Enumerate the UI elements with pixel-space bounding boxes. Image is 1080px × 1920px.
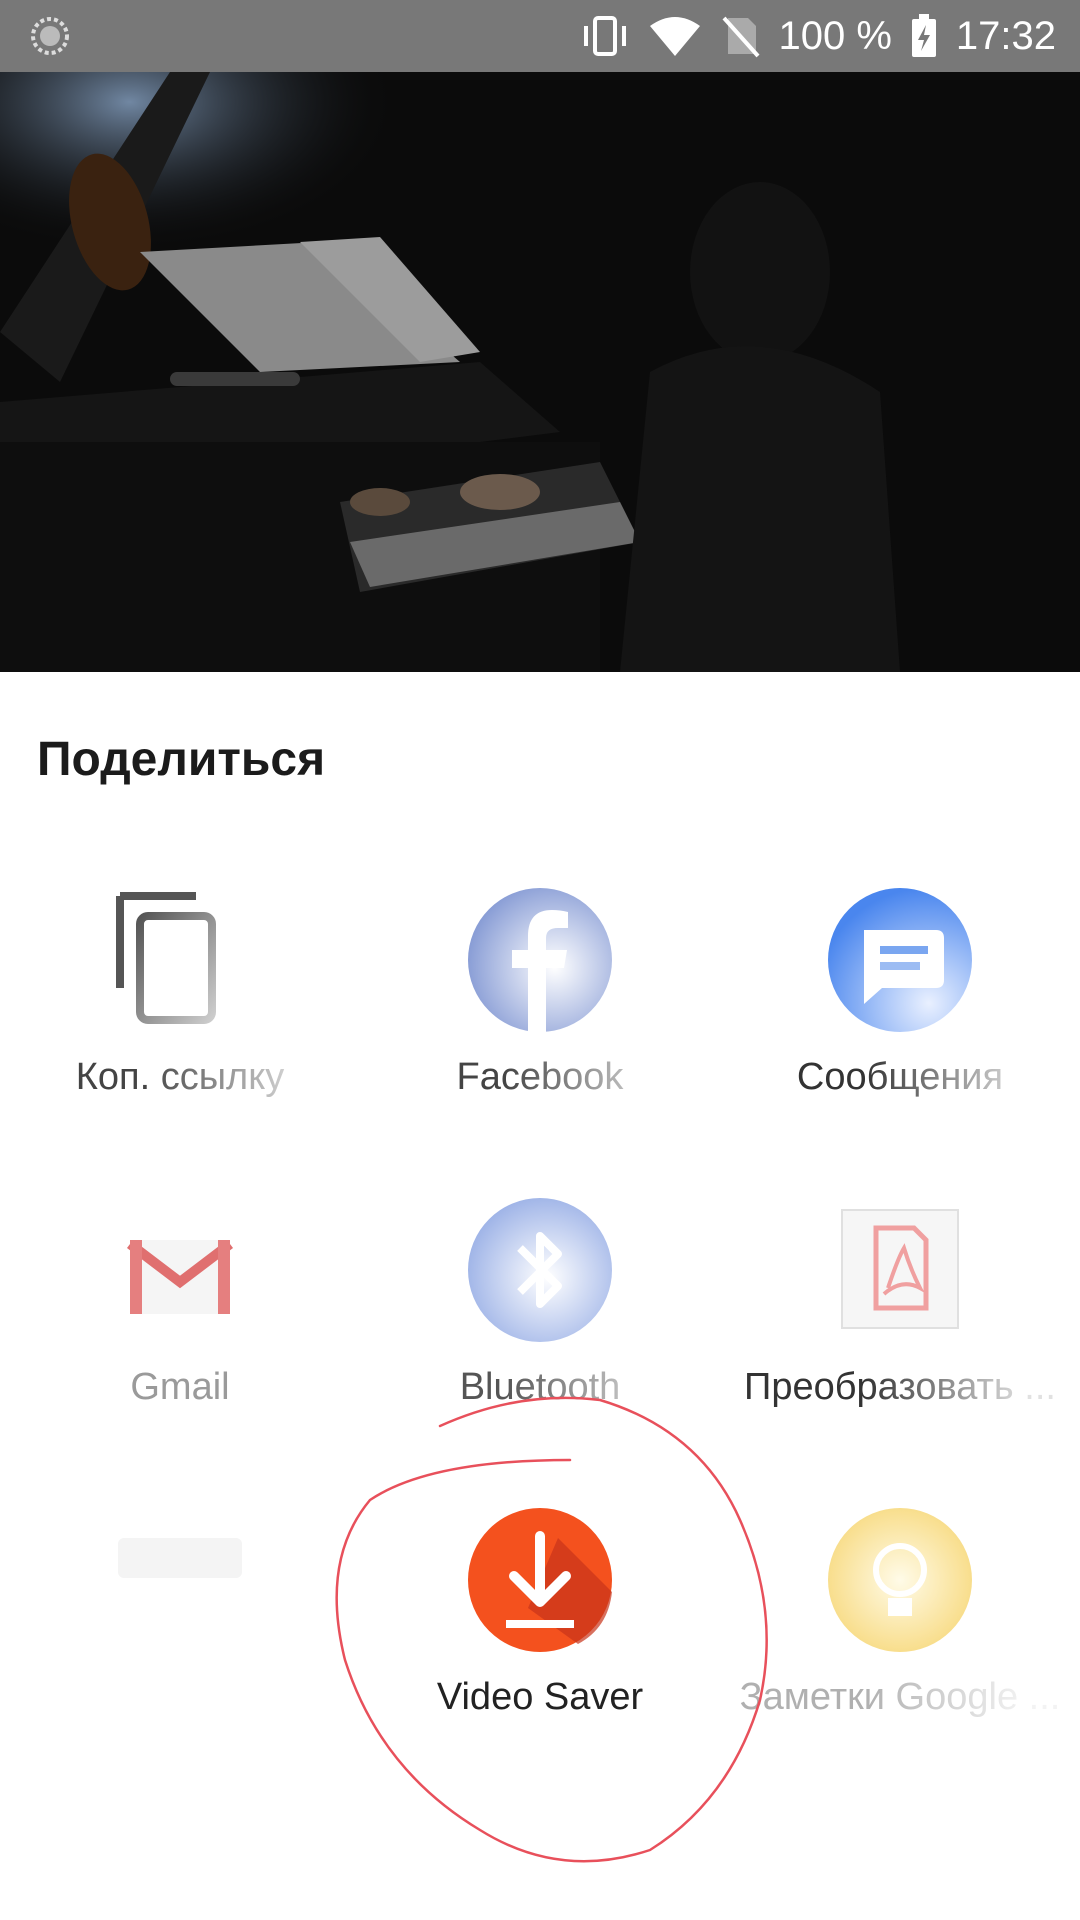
- pdf-convert-icon: [841, 1209, 959, 1329]
- share-option-blank[interactable]: [0, 1508, 360, 1768]
- facebook-icon: [468, 888, 612, 1032]
- share-title: Поделиться: [37, 733, 326, 786]
- battery-percent: 100 %: [778, 14, 892, 58]
- share-label-gmail: Gmail: [130, 1366, 230, 1408]
- status-bar: 100 % 17:32: [0, 0, 1080, 72]
- share-label-bluetooth: Bluetooth: [459, 1366, 621, 1408]
- sync-icon: [31, 17, 69, 55]
- share-option-pdf-convert[interactable]: Преобразовать ...: [720, 1198, 1080, 1458]
- share-option-messages[interactable]: Сообщения: [720, 888, 1080, 1148]
- share-label-messages: Сообщения: [796, 1056, 1004, 1098]
- battery-charging-icon: [911, 14, 936, 57]
- clock: 17:32: [955, 14, 1056, 58]
- vibrate-icon: [584, 16, 627, 56]
- video-preview[interactable]: [0, 72, 1080, 672]
- share-option-copy-link[interactable]: Коп. ссылку: [0, 888, 360, 1148]
- share-label-copy-link: Коп. ссылку: [75, 1056, 285, 1098]
- video-saver-icon: [468, 1508, 612, 1652]
- keep-notes-icon: [828, 1508, 972, 1652]
- bluetooth-icon: [468, 1198, 612, 1342]
- no-sim-icon: [722, 16, 760, 58]
- share-label-pdf-convert: Преобразовать ...: [744, 1366, 1056, 1408]
- copy-link-icon: [116, 892, 216, 1024]
- share-option-keep-notes[interactable]: Заметки Google ...: [720, 1508, 1080, 1768]
- share-option-bluetooth[interactable]: Bluetooth: [360, 1198, 720, 1458]
- share-label-video-saver: Video Saver: [436, 1676, 644, 1718]
- share-option-gmail[interactable]: Gmail: [0, 1198, 360, 1458]
- wifi-icon: [650, 17, 701, 56]
- messages-icon: [828, 888, 972, 1032]
- blank-icon: [118, 1538, 242, 1578]
- share-label-keep-notes: Заметки Google ...: [739, 1676, 1061, 1718]
- share-label-facebook: Facebook: [456, 1056, 624, 1098]
- share-option-facebook[interactable]: Facebook: [360, 888, 720, 1148]
- video-thumbnail: [0, 72, 1080, 672]
- gmail-icon: [126, 1240, 234, 1314]
- share-sheet: Поделиться Коп. ссылку Facebook Сообщени…: [0, 672, 1080, 1920]
- share-option-video-saver[interactable]: Video Saver: [360, 1508, 720, 1768]
